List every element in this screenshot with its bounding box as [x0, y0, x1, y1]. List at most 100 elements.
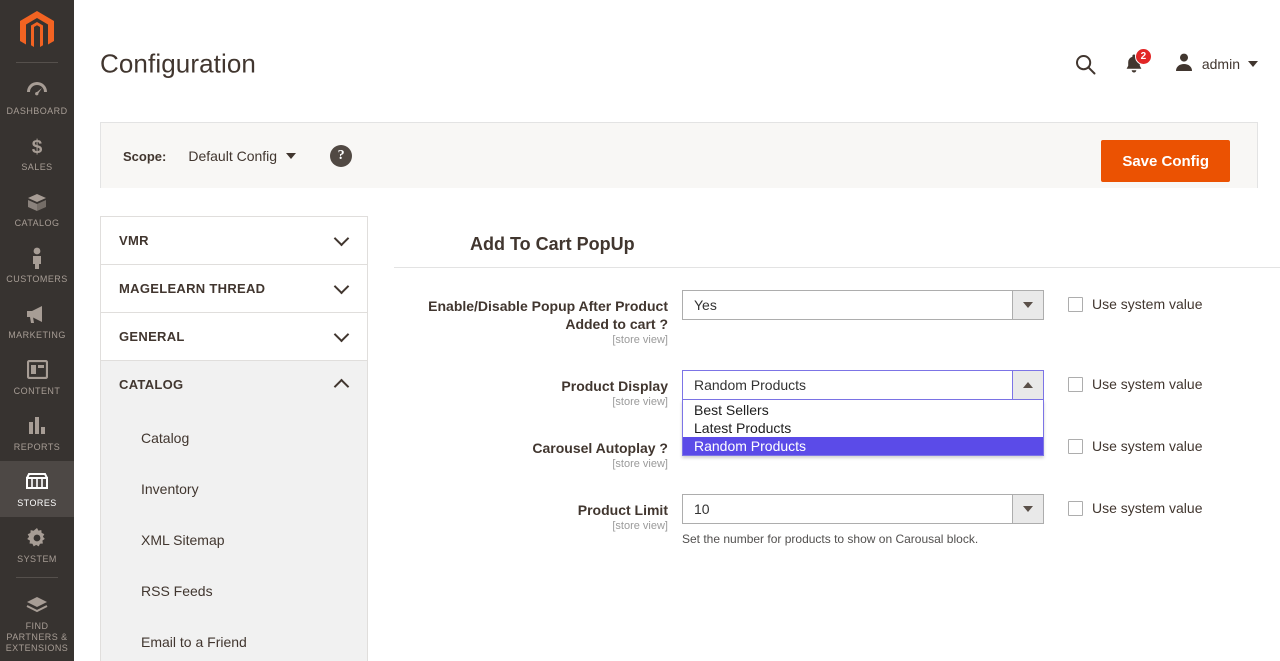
- config-section-header[interactable]: GENERAL: [101, 313, 367, 360]
- config-subitem-rss-feeds[interactable]: RSS Feeds: [101, 565, 367, 616]
- nav-divider-bottom: [16, 577, 58, 578]
- svg-text:$: $: [32, 137, 43, 157]
- field-control: 10 Set the number for products to show o…: [682, 494, 1202, 547]
- sidebar-item-stores[interactable]: STORES: [0, 461, 74, 517]
- sidebar-item-label: SALES: [21, 162, 53, 172]
- use-system-value-label: Use system value: [1092, 438, 1203, 454]
- dropdown-option-latest-products[interactable]: Latest Products: [683, 419, 1043, 437]
- dropdown-option-random-products[interactable]: Random Products: [683, 437, 1043, 455]
- scope-selected-value: Default Config: [188, 148, 278, 164]
- field-row-product-limit: Product Limit [store view] 10 Set the nu…: [394, 494, 1280, 547]
- use-system-value-toggle[interactable]: Use system value: [1068, 438, 1202, 454]
- page-header: Configuration 2 admin: [74, 0, 1280, 100]
- field-control: Random Products Best Sellers Latest Prod…: [682, 370, 1202, 456]
- help-icon[interactable]: ?: [330, 145, 353, 167]
- sidebar-item-label: DASHBOARD: [6, 106, 68, 116]
- header-actions: 2 admin: [1064, 47, 1258, 81]
- use-system-value-checkbox[interactable]: [1068, 296, 1083, 312]
- product-display-dropdown-list[interactable]: Best Sellers Latest Products Random Prod…: [682, 400, 1044, 456]
- nav-divider: [16, 62, 58, 63]
- admin-sidebar: DASHBOARD $ SALES CATALOG CUSTOMERS MARK…: [0, 0, 74, 661]
- layout-icon: [2, 359, 72, 381]
- field-row-product-display: Product Display [store view] Random Prod…: [394, 370, 1280, 456]
- field-scope-hint: [store view]: [612, 520, 668, 532]
- sidebar-item-dashboard[interactable]: DASHBOARD: [0, 69, 74, 125]
- config-section-header[interactable]: CATALOG: [101, 361, 367, 408]
- save-config-button[interactable]: Save Config: [1101, 140, 1230, 182]
- search-icon[interactable]: [1064, 47, 1108, 81]
- config-content-panel: Add To Cart PopUp Enable/Disable Popup A…: [394, 216, 1280, 661]
- config-section-magelearn-thread[interactable]: MAGELEARN THREAD: [101, 265, 367, 313]
- product-limit-select[interactable]: 10: [682, 494, 1044, 524]
- notifications-bell-icon[interactable]: 2: [1108, 47, 1160, 81]
- bar-chart-icon: [2, 415, 72, 437]
- use-system-value-label: Use system value: [1092, 296, 1203, 312]
- use-system-value-toggle[interactable]: Use system value: [1068, 500, 1202, 516]
- config-section-header[interactable]: VMR: [101, 217, 367, 264]
- config-section-catalog[interactable]: CATALOG: [101, 361, 367, 408]
- use-system-value-checkbox[interactable]: [1068, 438, 1083, 454]
- field-label: Carousel Autoplay ?: [532, 440, 668, 456]
- dashboard-icon: [2, 79, 72, 101]
- config-subitem-email-to-a-friend[interactable]: Email to a Friend: [101, 616, 367, 661]
- admin-user-name: admin: [1201, 56, 1240, 72]
- dropdown-option-best-sellers[interactable]: Best Sellers: [683, 401, 1043, 419]
- user-avatar-icon: [1174, 52, 1194, 77]
- scope-switcher[interactable]: Default Config: [188, 148, 297, 164]
- config-subitem-list: Catalog Inventory XML Sitemap RSS Feeds …: [101, 408, 367, 661]
- sidebar-item-reports[interactable]: REPORTS: [0, 405, 74, 461]
- sidebar-item-label: FIND PARTNERS & EXTENSIONS: [5, 621, 69, 653]
- use-system-value-toggle[interactable]: Use system value: [1068, 376, 1202, 392]
- use-system-value-checkbox[interactable]: [1068, 376, 1083, 392]
- select-value: Random Products: [694, 377, 807, 393]
- config-section-title: GENERAL: [119, 329, 185, 344]
- config-fields: Enable/Disable Popup After Product Added…: [394, 268, 1280, 547]
- storefront-icon: [2, 471, 72, 493]
- field-label: Product Limit: [577, 502, 668, 518]
- config-subitem-xml-sitemap[interactable]: XML Sitemap: [101, 514, 367, 565]
- scope-controls: Scope: Default Config ?: [123, 123, 353, 189]
- magento-logo-icon: [19, 11, 55, 51]
- sidebar-item-label: MARKETING: [8, 330, 66, 340]
- scope-label: Scope:: [123, 148, 167, 164]
- sidebar-item-sales[interactable]: $ SALES: [0, 125, 74, 181]
- field-scope-hint: [store view]: [612, 396, 668, 408]
- enable-popup-select[interactable]: Yes: [682, 290, 1044, 320]
- scope-bar: Scope: Default Config ? Save Config: [100, 122, 1258, 188]
- sidebar-item-marketing[interactable]: MARKETING: [0, 293, 74, 349]
- sidebar-item-find-partners[interactable]: FIND PARTNERS & EXTENSIONS: [0, 584, 74, 661]
- sidebar-item-customers[interactable]: CUSTOMERS: [0, 237, 74, 293]
- notification-count-badge: 2: [1134, 48, 1152, 65]
- sidebar-item-content[interactable]: CONTENT: [0, 349, 74, 405]
- magento-logo[interactable]: [0, 0, 74, 62]
- select-value: 10: [694, 501, 710, 517]
- use-system-value-toggle[interactable]: Use system value: [1068, 296, 1202, 312]
- config-section-title: VMR: [119, 233, 149, 248]
- sidebar-item-system[interactable]: SYSTEM: [0, 517, 74, 573]
- admin-user-menu[interactable]: admin: [1160, 52, 1258, 77]
- chevron-down-icon: [1248, 61, 1258, 67]
- product-display-select[interactable]: Random Products: [682, 370, 1044, 400]
- field-control: Yes Use system value: [682, 290, 1202, 320]
- page-title: Configuration: [100, 48, 256, 79]
- config-section-general[interactable]: GENERAL: [101, 313, 367, 361]
- section-title: Add To Cart PopUp: [470, 234, 635, 254]
- section-header: Add To Cart PopUp: [394, 216, 1280, 268]
- chevron-down-icon: [286, 153, 297, 159]
- config-section-title: CATALOG: [119, 377, 184, 392]
- sidebar-item-catalog[interactable]: CATALOG: [0, 181, 74, 237]
- chevron-down-icon: [333, 326, 350, 342]
- page-container: Configuration 2 admin Scope: Default Con…: [74, 0, 1280, 661]
- config-section-vmr[interactable]: VMR: [101, 217, 367, 265]
- field-row-enable-popup: Enable/Disable Popup After Product Added…: [394, 290, 1280, 348]
- config-subitem-inventory[interactable]: Inventory: [101, 463, 367, 514]
- config-subitem-catalog[interactable]: Catalog: [101, 412, 367, 463]
- use-system-value-checkbox[interactable]: [1068, 500, 1083, 516]
- megaphone-icon: [2, 303, 72, 325]
- select-value: Yes: [694, 297, 717, 313]
- field-scope-hint: [store view]: [612, 334, 668, 346]
- sidebar-item-label: SYSTEM: [17, 554, 57, 564]
- config-section-title: MAGELEARN THREAD: [119, 281, 266, 296]
- chevron-up-icon: [333, 378, 350, 394]
- config-section-header[interactable]: MAGELEARN THREAD: [101, 265, 367, 312]
